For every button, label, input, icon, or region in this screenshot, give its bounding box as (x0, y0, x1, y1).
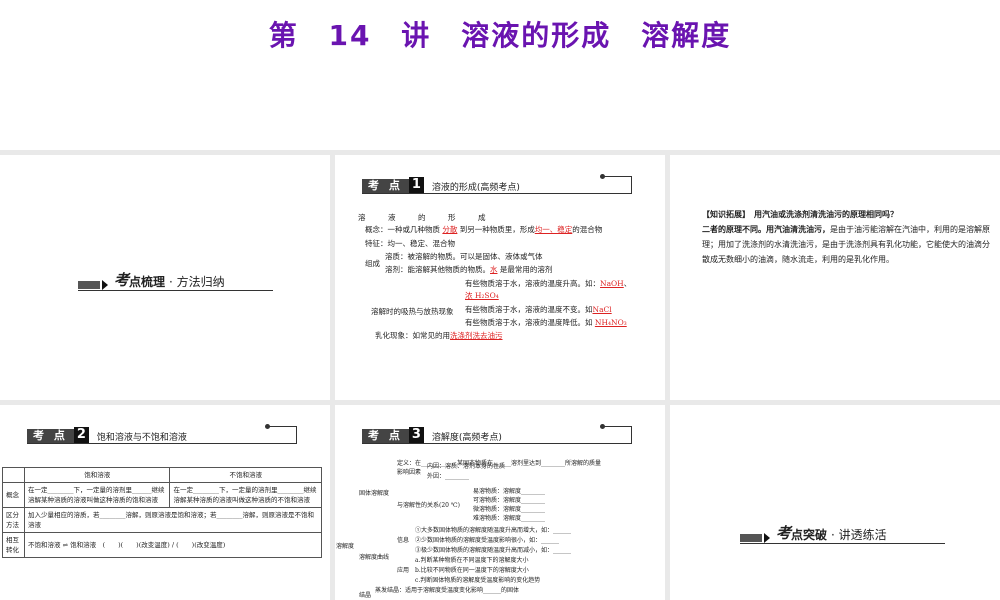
evaporation-line: 蒸发结晶：适用于溶解度受温度变化影响______的固体 (375, 587, 520, 594)
section-heading: 考点梳理 · 方法归纳 (78, 271, 273, 291)
topic-tag: 考 点 (362, 429, 409, 443)
heat-line-1b: 浓 H₂SO₄ (465, 291, 499, 300)
info-item: ②少数固体物质的溶解度受温度影响很小，如：______ (415, 537, 560, 544)
slide-thumbnail-6[interactable]: 考点突破 · 讲透练活 (670, 405, 1000, 600)
topic-header: 考 点 3 溶解度(高频考点) (362, 424, 632, 444)
solvent-line: 溶剂：能溶解其他物质的物质。水 是最常用的溶剂 (385, 265, 553, 274)
concept-line: 概念：一种或几种物质 分散 到另一种物质里，形成均一、稳定的混合物 (365, 225, 603, 234)
heat-line-1: 有些物质溶于水，溶液的温度升高。如：NaOH、 (465, 279, 632, 288)
topic-number: 2 (73, 427, 89, 443)
topic-tag: 考 点 (27, 429, 74, 443)
topic-header: 考 点 1 溶液的形成(高频考点) (362, 174, 632, 194)
arrow-icon (764, 533, 770, 543)
title-slide[interactable]: 第 14 讲 溶液的形成 溶解度 (0, 0, 1000, 150)
topic-number: 1 (408, 177, 424, 193)
topic-tag: 考 点 (362, 179, 409, 193)
topic-number: 3 (408, 427, 424, 443)
heading-prefix: 考 (114, 271, 130, 289)
table-row: 概念 在一定________下，一定量的溶剂里______继续溶解某种溶质的溶液叫… (2, 482, 322, 508)
relation-label: 与溶解性的关系(20 ℃) (397, 502, 460, 509)
heat-label: 溶解时的吸热与放热现象 (371, 307, 454, 316)
inner-factor: 内因：溶质、溶剂本身的性质 (427, 463, 506, 470)
crystal-label: 结晶 (359, 592, 372, 599)
knowledge-extension: 【知识拓展】 用汽油或洗涤剂清洗油污的原理相同吗？ 二者的原理不同。用汽油清洗油… (702, 207, 994, 267)
corner-arrow-icon (600, 174, 632, 194)
topic-title: 溶解度(高频考点) (431, 433, 502, 443)
arrow-icon (102, 280, 108, 290)
section-heading: 考点突破 · 讲透练活 (740, 524, 945, 544)
application-item: b.比较不同物质在同一温度下的溶解度大小 (415, 567, 529, 574)
bar-icon (78, 281, 100, 289)
solid-label: 固体溶解度 (359, 490, 390, 497)
slide-thumbnail-5[interactable]: 考 点 3 溶解度(高频考点) 溶解度 固体溶解度 溶解度曲线 结晶 定义：在___… (335, 405, 665, 600)
info-item: ①大多数固体物质的溶解度随温度升高而增大，如：______ (415, 527, 572, 534)
topic-title: 溶液的形成(高频考点) (431, 183, 520, 193)
topic-header: 考 点 2 饱和溶液与不饱和溶液 (27, 424, 297, 444)
slide-thumbnail-2[interactable]: 考 点 1 溶液的形成(高频考点) 溶 液 的 形 成 概念：一种或几种物质 分散 … (335, 155, 665, 400)
heading-main: 点梳理 (129, 275, 166, 289)
heading-sub: · 方法归纳 (169, 275, 225, 289)
outer-factor: 外因：________ (427, 473, 470, 480)
corner-arrow-icon (600, 424, 632, 444)
root-label: 溶解度 (336, 543, 355, 550)
bar-icon (740, 534, 762, 542)
column-header: 饱和溶液 (23, 467, 171, 483)
extension-question: 用汽油或洗涤剂清洗油污的原理相同吗？ (754, 210, 898, 219)
slide-thumbnail-1[interactable]: 考点梳理 · 方法归纳 (0, 155, 330, 400)
heading-prefix: 考 (776, 524, 792, 542)
heat-line-2: 有些物质溶于水，溶液的温度不变。如NaCl (465, 305, 612, 314)
heading-main: 点突破 (791, 528, 828, 542)
slide-thumbnail-4[interactable]: 考 点 2 饱和溶液与不饱和溶液 饱和溶液 不饱和溶液 概念 在一定________下，… (0, 405, 330, 600)
factor-label: 影响因素 (397, 469, 422, 476)
heading-line: 溶 液 的 形 成 (358, 213, 486, 222)
info-label: 信息 (397, 537, 410, 544)
application-label: 应用 (397, 567, 410, 574)
heat-line-3: 有些物质溶于水，溶液的温度降低。如 NH₄NO₃ (465, 318, 627, 327)
corner-arrow-icon (265, 424, 297, 444)
composition-label: 组成 (365, 259, 380, 268)
slide-thumbnail-3[interactable]: 【知识拓展】 用汽油或洗涤剂清洗油污的原理相同吗？ 二者的原理不同。用汽油清洗油… (670, 155, 1000, 400)
info-item: ③极少数固体物质的溶解度随温度升高而减小，如：______ (415, 547, 572, 554)
curve-label: 溶解度曲线 (359, 554, 390, 561)
saturation-table: 饱和溶液 不饱和溶液 概念 在一定________下，一定量的溶剂里______继续… (2, 467, 322, 558)
topic-title: 饱和溶液与不饱和溶液 (96, 433, 187, 443)
slide-title: 第 14 讲 溶液的形成 溶解度 (268, 19, 732, 52)
heading-sub: · 讲透练活 (831, 528, 887, 542)
relation-item: 难溶物质：溶解度________ (473, 515, 546, 522)
application-item: c.判断固体物质的溶解度受温度影响的变化趋势 (415, 577, 541, 584)
table-row: 相互转化 不饱和溶液 ⇌ 饱和溶液 ( )( )(改变温度) / ( )(改变温度… (2, 532, 322, 558)
answer-lead: 二者的原理不同。用汽油清洗油污， (702, 225, 830, 234)
extension-label: 【知识拓展】 (702, 210, 746, 219)
feature-line: 特征：均一、稳定、混合物 (365, 239, 455, 248)
table-row: 区分方法 加入少量相应的溶质，若________溶解，则原溶液是饱和溶液；若___… (2, 507, 322, 533)
emulsion-line: 乳化现象：如常见的用洗涤剂洗去油污 (375, 331, 503, 340)
solute-line: 溶质：被溶解的物质。可以是固体、液体或气体 (385, 252, 543, 261)
application-item: a.判断某种物质在不同温度下的溶解度大小 (415, 557, 529, 564)
column-header: 不饱和溶液 (169, 467, 322, 483)
